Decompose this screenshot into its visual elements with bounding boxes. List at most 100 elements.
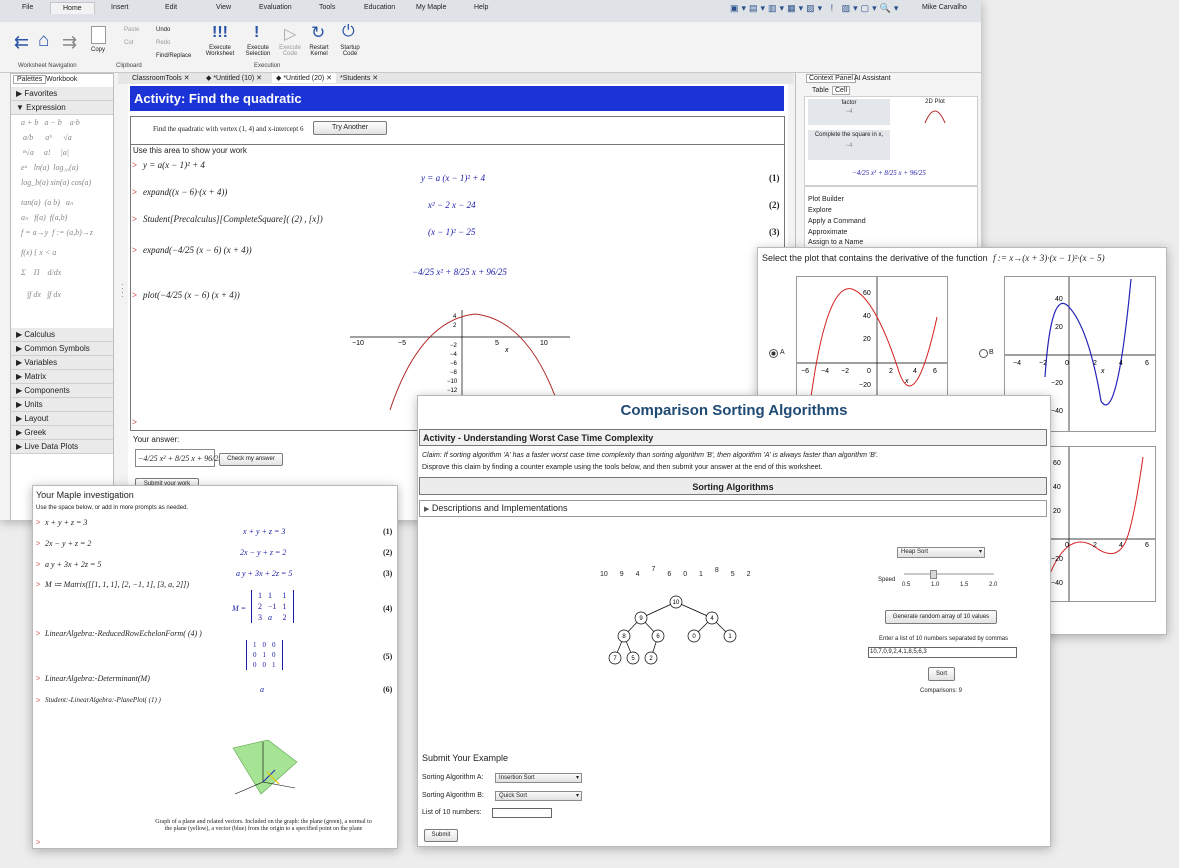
palette-expression[interactable]: ▼ Expression [11, 101, 113, 115]
restart-kernel-button[interactable]: Restart Kernel [304, 45, 334, 57]
option-a-radio[interactable] [769, 349, 778, 358]
palette-symbol-row[interactable]: f(x) { x < a [11, 240, 113, 260]
menu-evaluation[interactable]: Evaluation [259, 4, 292, 11]
forward-arrow-icon[interactable]: ⇉ [62, 32, 77, 53]
palette-variables[interactable]: ▶ Variables [11, 356, 113, 370]
check-answer-button[interactable]: Check my answer [219, 453, 283, 466]
submit-button[interactable]: Submit [424, 829, 458, 842]
tab-workbook[interactable]: Workbook [46, 76, 77, 83]
plot2d-tile[interactable]: 2D Plot [896, 99, 974, 129]
palette-live-data-plots[interactable]: ▶ Live Data Plots [11, 440, 113, 454]
execute-selection-icon[interactable]: ! [254, 24, 259, 42]
menu-help[interactable]: Help [474, 4, 488, 11]
startup-code-icon[interactable]: ⏻ [342, 23, 355, 41]
input-1[interactable]: y = a(x − 1)² + 4 [143, 160, 205, 170]
undo-button[interactable]: Undo [156, 27, 170, 33]
palette-matrix[interactable]: ▶ Matrix [11, 370, 113, 384]
copy-icon[interactable] [91, 26, 106, 44]
palette-symbol-row[interactable]: a/b aᵇ √a [11, 130, 113, 145]
algorithm-b-select[interactable]: Quick Sort ▾ [495, 791, 582, 801]
algorithm-select[interactable]: Heap Sort ▾ [897, 547, 985, 558]
palette-symbol-row[interactable]: Σ Π d/dx [11, 260, 113, 280]
menu-view[interactable]: View [216, 4, 231, 11]
home-icon[interactable]: ⌂ [38, 30, 49, 52]
inv-input-1[interactable]: x + y + z = 3 [45, 518, 87, 527]
palette-symbol-row[interactable]: tan(a) (a b) aₙ [11, 190, 113, 210]
restart-kernel-icon[interactable]: ↻ [311, 23, 325, 43]
palette-components[interactable]: ▶ Components [11, 384, 113, 398]
palette-symbol-row[interactable]: ∫f dx ∫f dx [11, 280, 113, 302]
complete-square-tile[interactable]: Complete the square in x, −4 [808, 130, 890, 160]
inv-input-4[interactable]: M ≔ Matrix([[1, 1, 1], [2, −1, 1], [3, a… [45, 580, 189, 589]
input-3[interactable]: Student[Precalculus][CompleteSquare]( (2… [143, 214, 323, 224]
inv-input-5[interactable]: LinearAlgebra:-ReducedRowEchelonForm( (4… [45, 629, 202, 638]
find-replace-button[interactable]: Find/Replace [156, 53, 191, 59]
list-numbers-input[interactable] [492, 808, 552, 818]
menu-edit[interactable]: Edit [165, 4, 177, 11]
tab-classroomtools[interactable]: ClassroomTools ✕ [132, 74, 190, 82]
context-item-assign[interactable]: Assign to a Name [808, 239, 863, 246]
context-item-explore[interactable]: Explore [808, 207, 832, 214]
try-another-button[interactable]: Try Another [313, 121, 387, 135]
input-4[interactable]: expand(−4/25 (x − 6) (x + 4)) [143, 245, 252, 255]
execute-code-button[interactable]: Execute Code [275, 45, 305, 57]
splitter-handle[interactable]: · · · · [121, 281, 124, 301]
execute-selection-button[interactable]: Execute Selection [242, 45, 274, 57]
execute-worksheet-button[interactable]: Execute Worksheet [204, 45, 236, 57]
inv-input-3[interactable]: a y + 3x + 2z = 5 [45, 560, 101, 569]
menu-home[interactable]: Home [50, 2, 95, 14]
menu-my-maple[interactable]: My Maple [416, 4, 446, 11]
copy-button[interactable]: Copy [91, 47, 105, 53]
cut-button[interactable]: Cut [124, 40, 133, 46]
inv-input-2[interactable]: 2x − y + z = 2 [45, 539, 91, 548]
palette-favorites[interactable]: ▶ Favorites [11, 87, 113, 101]
menu-education[interactable]: Education [364, 4, 395, 11]
subtab-table[interactable]: Table [812, 87, 829, 94]
palette-layout[interactable]: ▶ Layout [11, 412, 113, 426]
speed-slider-track[interactable] [904, 573, 994, 575]
answer-field[interactable]: −4/25 x² + 8/25 x + 96/25 [135, 449, 222, 467]
list-input[interactable]: 10,7,0,9,2,4,1,8,5,6,3 [868, 647, 1017, 658]
menu-insert[interactable]: Insert [111, 4, 129, 11]
tab-ai-assistant[interactable]: AI Assistant [854, 75, 891, 82]
expression-palette-body[interactable]: a + b a − b a·b a/b aᵇ √a ⁿ√a a! |a| eᵃ … [11, 115, 113, 328]
descriptions-collapsible[interactable]: ▶ Descriptions and Implementations [419, 500, 1047, 517]
palette-symbol-row[interactable]: ⁿ√a a! |a| [11, 145, 113, 160]
inv-input-6[interactable]: LinearAlgebra:-Determinant(M) [45, 674, 150, 683]
user-name[interactable]: Mike Carvalho [922, 4, 967, 11]
tab-untitled-10[interactable]: ◆ *Untitled (10) ✕ [206, 74, 262, 82]
context-item-plot-builder[interactable]: Plot Builder [808, 196, 844, 203]
input-2[interactable]: expand((x − 6)·(x + 4)) [143, 187, 227, 197]
generate-array-button[interactable]: Generate random array of 10 values [885, 610, 997, 624]
execute-code-icon[interactable]: ▷ [284, 24, 296, 44]
algorithm-a-select[interactable]: Insertion Sort ▾ [495, 773, 582, 783]
palette-greek[interactable]: ▶ Greek [11, 426, 113, 440]
paste-button[interactable]: Paste [124, 27, 139, 33]
startup-code-button[interactable]: Startup Code [334, 45, 366, 57]
inv-input-7[interactable]: Student:-LinearAlgebra:-PlanePlot( (1) ) [45, 696, 161, 704]
factor-tile[interactable]: factor −4 [808, 99, 890, 125]
menu-tools[interactable]: Tools [319, 4, 335, 11]
tab-palettes[interactable]: Palettes [13, 75, 47, 84]
palette-units[interactable]: ▶ Units [11, 398, 113, 412]
menu-file[interactable]: File [22, 4, 33, 11]
option-b-radio[interactable] [979, 349, 988, 358]
palette-symbol-row[interactable]: log_b(a) sin(a) cos(a) [11, 175, 113, 190]
subtab-cell[interactable]: Cell [832, 86, 851, 95]
tab-untitled-20[interactable]: ◆ *Untitled (20) ✕ [272, 73, 336, 83]
redo-button[interactable]: Redo [156, 40, 170, 46]
sort-button[interactable]: Sort [928, 667, 955, 681]
back-arrow-icon[interactable]: ⇇ [14, 32, 29, 53]
palette-symbol-row[interactable]: f = a→y f := (a,b)→z [11, 225, 113, 240]
tab-students[interactable]: *Students ✕ [340, 74, 378, 82]
speed-slider-thumb[interactable] [930, 570, 937, 579]
execute-worksheet-icon[interactable]: !!! [212, 24, 228, 42]
palette-calculus[interactable]: ▶ Calculus [11, 328, 113, 342]
context-item-apply-command[interactable]: Apply a Command [808, 218, 866, 225]
tab-context-panel[interactable]: Context Panel [806, 74, 856, 83]
input-5[interactable]: plot(−4/25 (x − 6) (x + 4)) [143, 290, 240, 300]
palette-common-symbols[interactable]: ▶ Common Symbols [11, 342, 113, 356]
context-item-approximate[interactable]: Approximate [808, 229, 847, 236]
palette-symbol-row[interactable]: a + b a − b a·b [11, 115, 113, 130]
quick-toolbar-icons[interactable]: ▣▾▤▾▥▾▦▾▧▾ ! ▨▾▢▾🔍▾ [730, 3, 901, 14]
